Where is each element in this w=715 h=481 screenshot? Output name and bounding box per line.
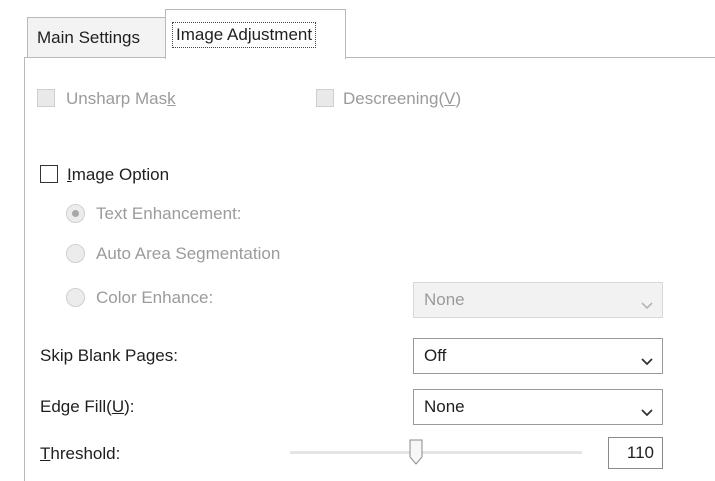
image-option-label: Image Option <box>67 165 170 184</box>
tab-main-settings-label: Main Settings <box>37 28 140 47</box>
tab-bar: Main Settings Image Adjustment <box>0 0 715 59</box>
threshold-value-input[interactable]: 110 <box>608 437 663 469</box>
threshold-slider-track[interactable] <box>290 451 582 454</box>
text-enhancement-radio[interactable] <box>66 204 85 223</box>
color-enhance-select-value: None <box>424 290 465 309</box>
edge-fill-value: None <box>424 397 465 416</box>
radio-selected-dot <box>72 210 79 217</box>
color-enhance-label: Color Enhance: <box>96 288 214 307</box>
chevron-down-icon <box>641 402 653 422</box>
tab-image-adjustment[interactable]: Image Adjustment <box>165 9 346 59</box>
skip-blank-pages-label: Skip Blank Pages: <box>40 346 178 365</box>
text-enhancement-label: Text Enhancement: <box>96 204 242 223</box>
chevron-down-icon <box>641 351 653 371</box>
skip-blank-pages-value: Off <box>424 346 447 365</box>
descreening-label: Descreening(V) <box>343 89 462 108</box>
tab-main-settings[interactable]: Main Settings <box>27 17 167 58</box>
image-option-checkbox[interactable] <box>40 165 58 183</box>
edge-fill-select[interactable]: None <box>413 389 663 425</box>
descreening-checkbox[interactable] <box>316 89 334 107</box>
color-enhance-select[interactable]: None <box>413 282 663 318</box>
unsharp-mask-checkbox[interactable] <box>37 89 55 107</box>
chevron-down-icon <box>641 295 653 315</box>
unsharp-mask-label: Unsharp Mask <box>66 89 176 108</box>
threshold-label: Threshold: <box>40 444 121 463</box>
skip-blank-pages-select[interactable]: Off <box>413 338 663 374</box>
color-enhance-radio[interactable] <box>66 288 85 307</box>
auto-area-segmentation-label: Auto Area Segmentation <box>96 244 281 263</box>
tab-image-adjustment-label: Image Adjustment <box>172 21 317 48</box>
slider-thumb-icon[interactable] <box>409 439 423 465</box>
edge-fill-label: Edge Fill(U): <box>40 397 135 416</box>
auto-area-segmentation-radio[interactable] <box>66 244 85 263</box>
